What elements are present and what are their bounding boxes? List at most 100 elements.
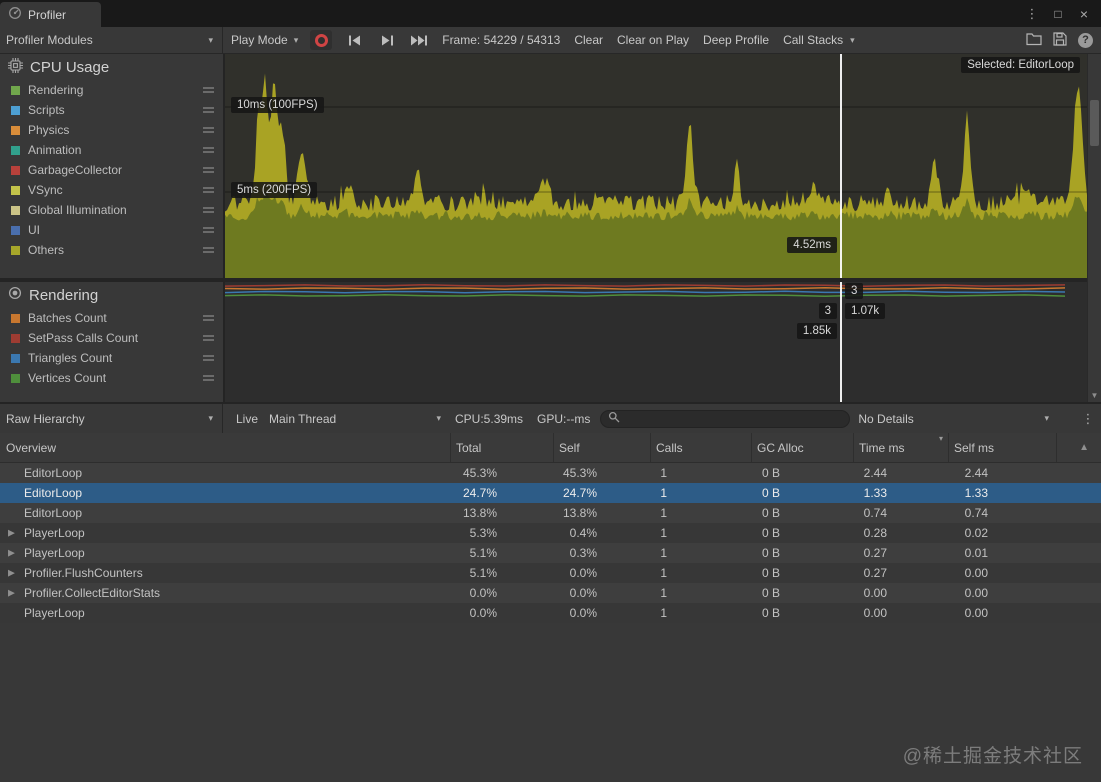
- drag-handle-icon[interactable]: [203, 375, 214, 381]
- clear-on-play-button[interactable]: Clear on Play: [617, 33, 689, 47]
- legend-item[interactable]: VSync: [0, 180, 223, 200]
- row-name-cell: ▶ PlayerLoop: [0, 603, 450, 623]
- live-toggle[interactable]: Live: [227, 412, 267, 426]
- row-name: PlayerLoop: [24, 606, 85, 620]
- row-value-self: 0.3%: [569, 546, 597, 560]
- selected-frame-line: [840, 54, 842, 278]
- selected-frame-line: [840, 282, 842, 402]
- legend-item[interactable]: SetPass Calls Count: [0, 328, 223, 348]
- row-value-time-ms: 0.74: [863, 506, 887, 520]
- legend-item[interactable]: Global Illumination: [0, 200, 223, 220]
- row-name-cell: ▶ EditorLoop: [0, 483, 450, 503]
- play-mode-dropdown[interactable]: Play Mode ▾: [231, 33, 298, 47]
- rendering-module-header[interactable]: Rendering: [0, 282, 223, 308]
- profiler-modules-dropdown[interactable]: Profiler Modules ▾: [0, 27, 223, 53]
- column-header-self-ms[interactable]: Self ms: [948, 433, 1056, 462]
- row-value-total: 5.1%: [469, 546, 497, 560]
- hierarchy-menu-button[interactable]: ⋮: [1075, 411, 1101, 427]
- scroll-up-icon[interactable]: ▲: [1079, 442, 1101, 453]
- drag-handle-icon[interactable]: [203, 107, 214, 113]
- row-name: EditorLoop: [24, 506, 83, 520]
- table-row[interactable]: ▶ EditorLoop 45.3% 45.3% 1 0 B 2.44 2.44: [0, 463, 1101, 483]
- table-row[interactable]: ▶ Profiler.FlushCounters 5.1% 0.0% 1 0 B…: [0, 563, 1101, 583]
- deep-profile-button[interactable]: Deep Profile: [703, 33, 769, 47]
- column-header-calls[interactable]: Calls: [650, 433, 751, 462]
- clear-button[interactable]: Clear: [574, 33, 603, 47]
- table-row[interactable]: ▶ Profiler.CollectEditorStats 0.0% 0.0% …: [0, 583, 1101, 603]
- legend-item[interactable]: Others: [0, 240, 223, 260]
- close-button[interactable]: ×: [1075, 6, 1093, 22]
- table-row[interactable]: ▶ PlayerLoop 5.3% 0.4% 1 0 B 0.28 0.02: [0, 523, 1101, 543]
- rendering-chart[interactable]: 3 3 1.07k 1.85k: [225, 282, 1087, 402]
- details-dropdown[interactable]: No Details ▾: [858, 412, 1075, 426]
- drag-handle-icon[interactable]: [203, 87, 214, 93]
- load-profile-button[interactable]: [1026, 32, 1042, 49]
- drag-handle-icon[interactable]: [203, 207, 214, 213]
- legend-item[interactable]: Scripts: [0, 100, 223, 120]
- column-header-self[interactable]: Self: [553, 433, 650, 462]
- save-profile-button[interactable]: [1053, 31, 1067, 49]
- gpu-time-label: GPU:--ms: [537, 411, 591, 426]
- column-header-gc-alloc[interactable]: GC Alloc: [751, 433, 853, 462]
- profiler-modules-label: Profiler Modules: [6, 33, 93, 47]
- hierarchy-rows: ▶ EditorLoop 45.3% 45.3% 1 0 B 2.44 2.44…: [0, 463, 1101, 623]
- legend-label: GarbageCollector: [28, 163, 123, 177]
- row-value-gc-alloc: 0 B: [761, 586, 780, 600]
- row-value-gc-alloc: 0 B: [761, 486, 780, 500]
- current-frame-button[interactable]: [404, 30, 434, 50]
- legend-item[interactable]: GarbageCollector: [0, 160, 223, 180]
- legend-swatch: [11, 165, 20, 175]
- legend-item[interactable]: UI: [0, 220, 223, 240]
- sort-indicator-icon: ▾: [938, 434, 943, 443]
- drag-handle-icon[interactable]: [203, 355, 214, 361]
- cpu-usage-module-header[interactable]: CPU Usage: [0, 54, 223, 80]
- row-value-self-ms: 0.01: [964, 546, 988, 560]
- row-value-gc-alloc: 0 B: [761, 606, 780, 620]
- toolbar-right-icons: ?: [1026, 31, 1101, 49]
- legend-item[interactable]: Vertices Count: [0, 368, 223, 388]
- drag-handle-icon[interactable]: [203, 167, 214, 173]
- drag-handle-icon[interactable]: [203, 335, 214, 341]
- row-value-self-ms: 0.00: [964, 566, 988, 580]
- expand-arrow-icon[interactable]: ▶: [8, 528, 15, 539]
- table-row[interactable]: ▶ PlayerLoop 5.1% 0.3% 1 0 B 0.27 0.01: [0, 543, 1101, 563]
- drag-handle-icon[interactable]: [203, 127, 214, 133]
- next-frame-button[interactable]: [372, 30, 402, 50]
- legend-item[interactable]: Physics: [0, 120, 223, 140]
- table-row[interactable]: ▶ EditorLoop 13.8% 13.8% 1 0 B 0.74 0.74: [0, 503, 1101, 523]
- legend-item[interactable]: Triangles Count: [0, 348, 223, 368]
- scroll-down-icon[interactable]: ▼: [1088, 391, 1101, 400]
- window-menu-button[interactable]: ⋮: [1023, 6, 1041, 22]
- expand-arrow-icon[interactable]: ▶: [8, 588, 15, 599]
- scrollbar-thumb[interactable]: [1090, 100, 1099, 146]
- charts-scrollbar[interactable]: ▼: [1087, 54, 1101, 402]
- hierarchy-mode-dropdown[interactable]: Raw Hierarchy ▾: [0, 404, 223, 433]
- prev-frame-button[interactable]: [340, 30, 370, 50]
- search-input[interactable]: [600, 409, 851, 428]
- drag-handle-icon[interactable]: [203, 315, 214, 321]
- thread-dropdown[interactable]: Main Thread ▾: [269, 412, 449, 426]
- render-chart-svg: [225, 284, 1066, 297]
- help-button[interactable]: ?: [1078, 32, 1093, 48]
- legend-item[interactable]: Batches Count: [0, 308, 223, 328]
- tab-profiler[interactable]: Profiler: [0, 2, 101, 27]
- drag-handle-icon[interactable]: [203, 187, 214, 193]
- drag-handle-icon[interactable]: [203, 247, 214, 253]
- expand-arrow-icon[interactable]: ▶: [8, 548, 15, 559]
- cpu-usage-chart[interactable]: 10ms (100FPS) 5ms (200FPS) Selected: Edi…: [225, 54, 1087, 278]
- table-row[interactable]: ▶ EditorLoop 24.7% 24.7% 1 0 B 1.33 1.33: [0, 483, 1101, 503]
- maximize-button[interactable]: □: [1049, 7, 1067, 21]
- legend-item[interactable]: Rendering: [0, 80, 223, 100]
- legend-item[interactable]: Animation: [0, 140, 223, 160]
- record-button[interactable]: [310, 30, 333, 50]
- column-header-overview[interactable]: Overview: [0, 433, 450, 462]
- row-name: PlayerLoop: [24, 526, 85, 540]
- drag-handle-icon[interactable]: [203, 227, 214, 233]
- drag-handle-icon[interactable]: [203, 147, 214, 153]
- call-stacks-dropdown[interactable]: Call Stacks ▾: [783, 33, 855, 47]
- row-value-self: 0.0%: [569, 566, 597, 580]
- column-header-total[interactable]: Total: [450, 433, 553, 462]
- table-row[interactable]: ▶ PlayerLoop 0.0% 0.0% 1 0 B 0.00 0.00: [0, 603, 1101, 623]
- column-header-time-ms[interactable]: Time ms ▾: [853, 433, 948, 462]
- expand-arrow-icon[interactable]: ▶: [8, 568, 15, 579]
